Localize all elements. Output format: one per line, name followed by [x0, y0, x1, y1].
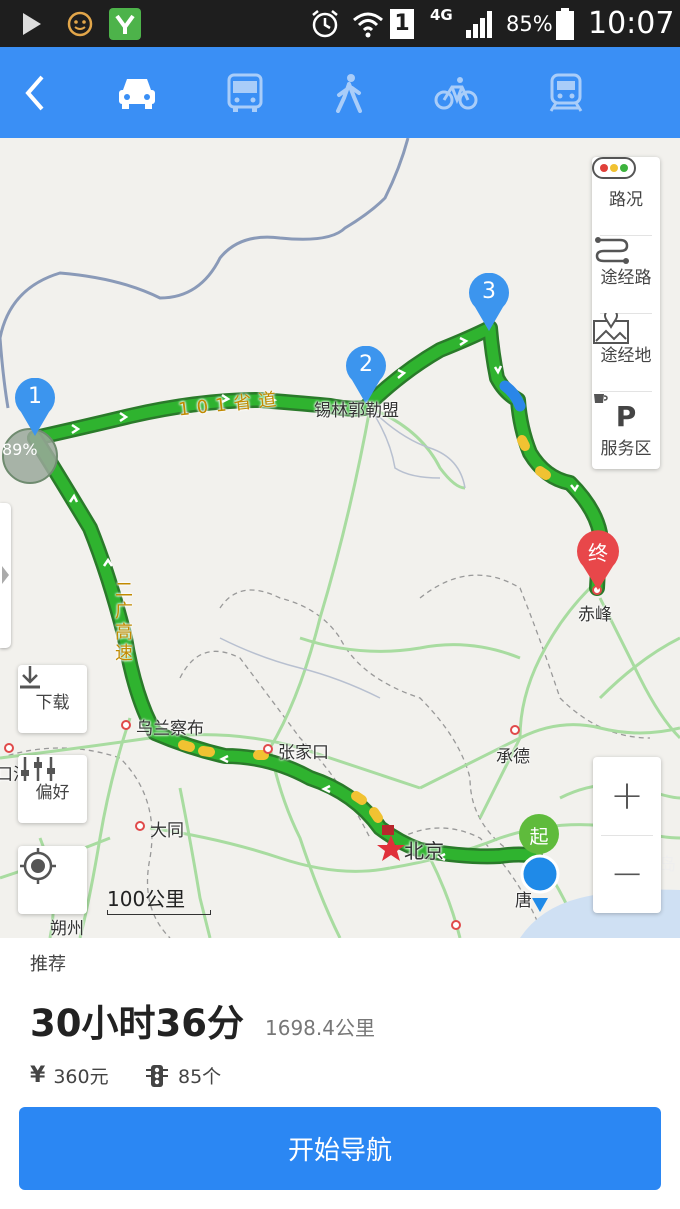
zoom-in-button[interactable]: +	[593, 757, 661, 835]
chevron-right-icon	[2, 566, 9, 584]
battery-percent: 85%	[506, 11, 553, 36]
face-icon	[66, 0, 94, 47]
car-icon	[119, 78, 155, 109]
traffic-light-info: 85个	[145, 1062, 221, 1089]
download-button[interactable]: 下载	[18, 665, 87, 733]
toll-info: ¥ 360元	[30, 1062, 109, 1089]
city-label-shuozhou: 朔州	[50, 919, 84, 938]
start-navigation-button[interactable]: 开始导航	[19, 1107, 661, 1190]
network-type: 4G	[430, 6, 453, 24]
locate-button[interactable]	[18, 846, 87, 914]
waypoint-1-marker[interactable]: 1	[13, 378, 57, 438]
app-logo-icon	[108, 0, 142, 47]
transport-mode-bar	[0, 47, 680, 138]
map-scale-label: 100公里	[107, 887, 186, 911]
bus-icon	[227, 73, 263, 112]
sim-slot-badge: 1	[390, 0, 414, 47]
via-route-icon	[595, 237, 629, 264]
signal-icon	[464, 0, 496, 47]
zoom-out-button[interactable]: −	[593, 835, 661, 913]
traffic-signal-icon	[146, 1064, 168, 1087]
tab-train[interactable]	[526, 47, 606, 138]
back-button[interactable]	[0, 47, 70, 138]
walk-icon	[336, 73, 362, 113]
wifi-icon	[352, 0, 384, 47]
tab-walk[interactable]	[310, 47, 390, 138]
map-scale-bar	[107, 910, 211, 915]
city-label-wulanchabu: 乌兰察布	[136, 719, 204, 739]
parking-icon: P	[594, 394, 636, 432]
download-icon	[20, 666, 40, 689]
play-icon	[20, 0, 44, 47]
waypoint1-progress: 89%	[2, 440, 38, 459]
city-label-xilinguole: 锡林郭勒盟	[314, 401, 399, 421]
zoom-control: + −	[593, 757, 661, 913]
map-layer-panel: 路况 途经路 途经地 P 服务区	[592, 157, 660, 469]
toll-amount: 360元	[53, 1066, 109, 1088]
cup-icon	[594, 394, 608, 403]
battery-icon	[554, 0, 576, 47]
city-label-chifeng: 赤峰	[578, 605, 612, 625]
end-marker[interactable]: 终	[575, 530, 621, 592]
via-place-button[interactable]: 途经地	[592, 313, 660, 391]
traffic-light-count: 85个	[178, 1066, 222, 1088]
service-area-button[interactable]: P 服务区	[592, 391, 660, 469]
route-summary-sheet: 推荐 30小时36分 1698.4公里 ¥ 360元 85个 开始导航	[0, 938, 680, 1209]
preferences-button[interactable]: 偏好	[18, 755, 87, 823]
map-view[interactable]: 89% 1 2 3 终 起 锡林郭勒盟 赤峰 乌兰察布 张家口 承德 大同 北京…	[0, 138, 680, 938]
bike-icon	[434, 76, 478, 109]
traffic-button[interactable]: 路况	[592, 157, 660, 235]
locate-icon	[20, 848, 56, 884]
via-route-button[interactable]: 途经路	[592, 235, 660, 313]
city-label-zhangjiakou: 张家口	[278, 743, 329, 763]
start-marker[interactable]: 起	[517, 814, 561, 858]
equalizer-icon	[21, 757, 55, 781]
waypoint-3-marker[interactable]: 3	[467, 273, 511, 333]
alarm-icon	[309, 0, 341, 47]
train-icon	[549, 73, 583, 112]
city-label-chengde: 承德	[496, 747, 530, 767]
back-arrow-icon	[25, 75, 44, 110]
traffic-light-icon	[592, 157, 636, 179]
yen-icon: ¥	[30, 1063, 46, 1088]
route-duration: 30小时36分	[30, 1002, 244, 1045]
tab-bike[interactable]	[416, 47, 496, 138]
recommend-tag: 推荐	[30, 954, 66, 975]
route-distance: 1698.4公里	[265, 1016, 375, 1040]
side-drawer-handle[interactable]	[0, 503, 11, 648]
road-label-highway: 二广高速	[115, 580, 133, 664]
status-bar: 1 4G 85% 10:07	[0, 0, 680, 47]
city-label-beijing: 北京	[404, 839, 444, 863]
city-label-tang: 唐	[515, 891, 532, 911]
tab-car[interactable]	[97, 47, 177, 138]
tab-bus[interactable]	[205, 47, 285, 138]
city-label-datong: 大同	[150, 821, 184, 841]
via-place-icon	[593, 313, 629, 344]
clock: 10:07	[588, 6, 675, 41]
